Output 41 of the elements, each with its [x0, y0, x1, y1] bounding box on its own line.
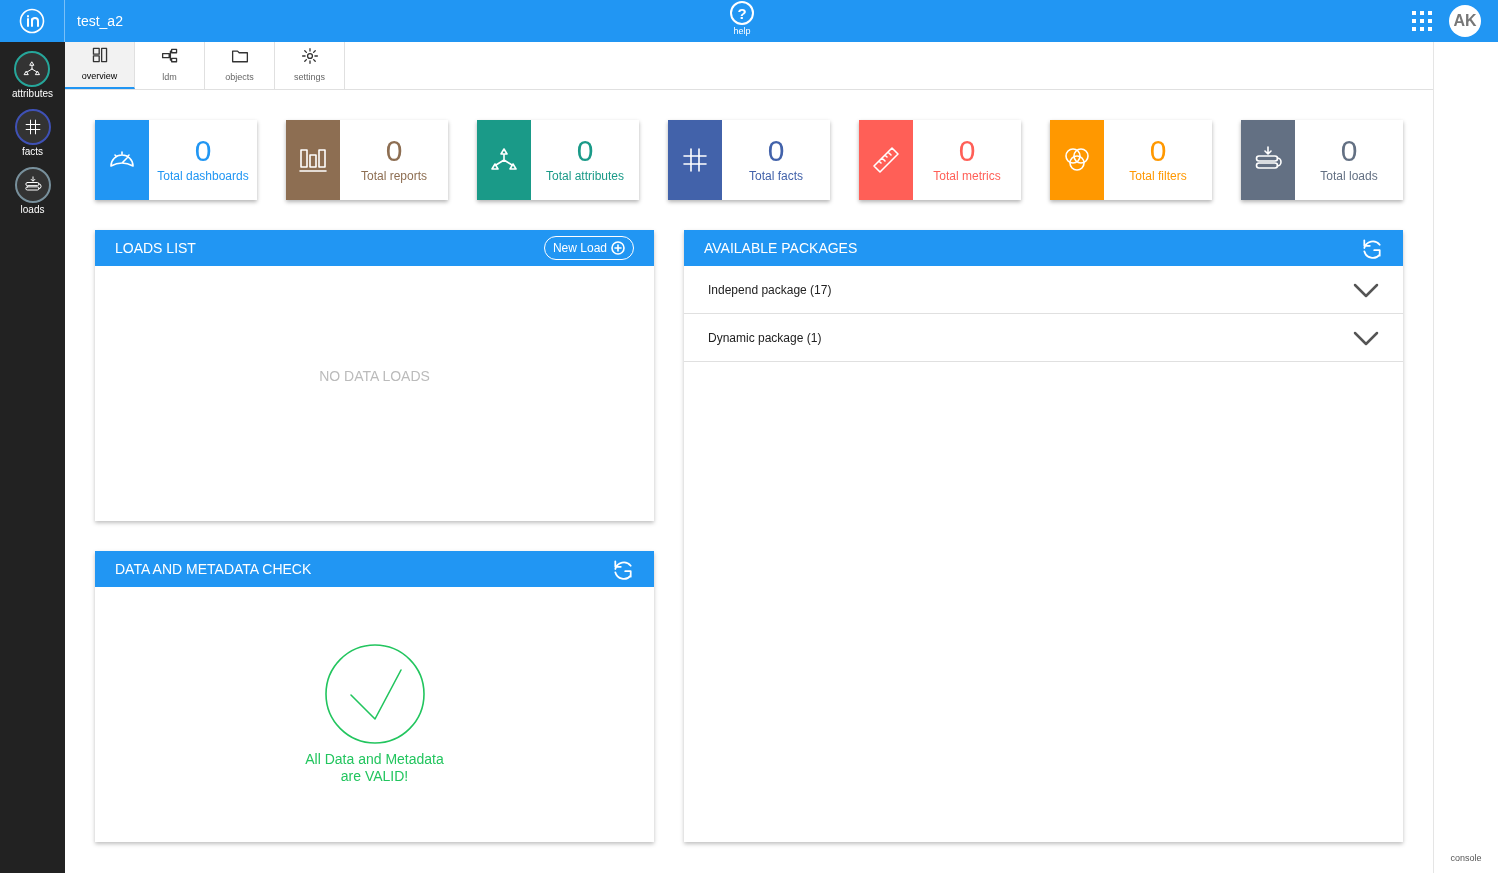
stat-value: 0 — [1340, 135, 1358, 167]
sidebar-item[interactable]: facts — [14, 109, 51, 159]
panel-title: AVAILABLE PACKAGES — [704, 238, 858, 258]
empty-message: NO DATA LOADS — [319, 366, 430, 386]
stat-value: 0 — [576, 135, 594, 167]
hash-icon — [22, 117, 43, 137]
stat-label: Total facts — [749, 168, 803, 185]
project-title: test_a2 — [77, 11, 123, 31]
tab[interactable]: settings — [275, 42, 345, 89]
stat-label: Total loads — [1320, 168, 1378, 185]
check-circle-icon — [323, 643, 426, 745]
apps-grid-icon[interactable] — [1412, 11, 1432, 31]
tab[interactable]: ldm — [135, 42, 205, 89]
valid-message: All Data and Metadata are VALID! — [305, 751, 444, 785]
sidebar-item[interactable]: loads — [14, 167, 51, 217]
node-graph-icon — [160, 46, 179, 65]
stat-value: 0 — [767, 135, 785, 167]
refresh-icon[interactable] — [612, 558, 634, 580]
package-row[interactable]: Independ package (17) — [684, 266, 1403, 314]
stat-label: Total attributes — [545, 168, 624, 185]
stat-value: 0 — [958, 135, 976, 167]
tab[interactable]: objects — [205, 42, 275, 89]
logo-icon — [19, 8, 45, 34]
stat-value: 0 — [1149, 135, 1167, 167]
panels-icon — [90, 45, 109, 64]
plus-circle-icon — [611, 241, 625, 255]
user-avatar[interactable]: AK — [1449, 5, 1481, 37]
tab[interactable]: overview — [65, 42, 135, 89]
refresh-icon[interactable] — [1361, 237, 1383, 259]
panel-title: LOADS LIST — [115, 238, 196, 258]
stat-label: Total metrics — [933, 168, 1001, 185]
stat-label: Total reports — [361, 168, 427, 185]
stat-value: 0 — [385, 135, 403, 167]
console-link[interactable]: console — [1450, 851, 1482, 865]
ruler-icon — [870, 144, 902, 176]
package-row[interactable]: Dynamic package (1) — [684, 314, 1403, 362]
stat-label: Total filters — [1129, 168, 1187, 185]
stat-value: 0 — [194, 135, 212, 167]
panel-title: DATA AND METADATA CHECK — [115, 559, 312, 579]
sidebar-item[interactable]: attributes — [11, 51, 54, 101]
stat-label: Total dashboards — [157, 168, 249, 185]
